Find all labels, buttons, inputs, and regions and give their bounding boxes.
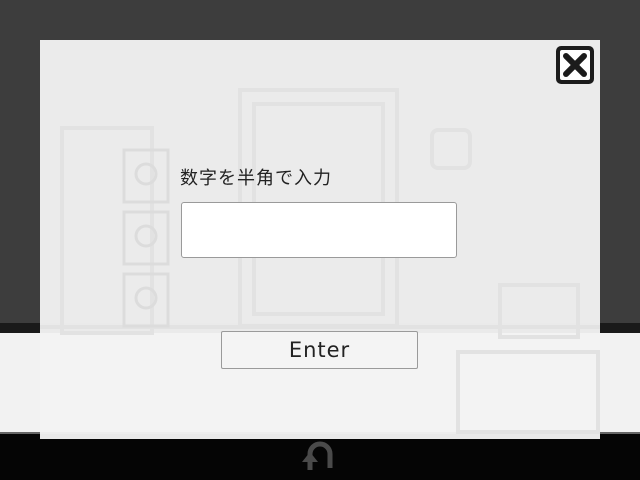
back-arrow-icon[interactable]	[300, 436, 340, 476]
input-prompt-label: 数字を半角で入力	[180, 168, 332, 189]
number-input[interactable]	[181, 202, 457, 258]
close-button[interactable]	[554, 44, 596, 86]
enter-button[interactable]: Enter	[221, 331, 418, 369]
number-input-dialog: 数字を半角で入力 Enter	[40, 40, 600, 439]
